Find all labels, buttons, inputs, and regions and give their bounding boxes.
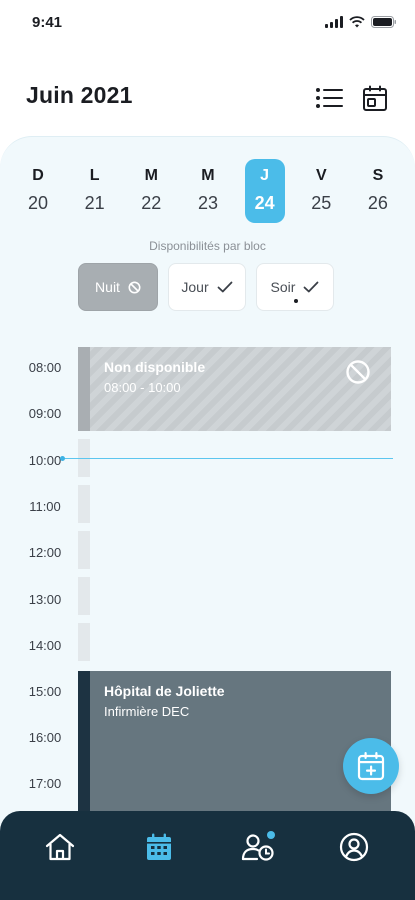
empty-time-slot[interactable] — [78, 485, 90, 523]
day-friday[interactable]: V 25 — [301, 159, 341, 223]
day-letter: S — [372, 167, 384, 184]
day-letter: M — [201, 167, 215, 184]
current-block-indicator — [294, 299, 298, 303]
nav-home[interactable] — [40, 829, 80, 865]
hour-label: 15:00 — [28, 684, 62, 699]
day-number: 24 — [254, 193, 275, 213]
day-letter: M — [144, 167, 158, 184]
week-strip: D 20 L 21 M 22 M 23 J 24 V 25 S 26 — [18, 159, 398, 223]
day-letter: L — [89, 167, 100, 184]
hour-label: 14:00 — [28, 638, 62, 653]
hour-label: 16:00 — [28, 730, 62, 745]
calendar-icon — [147, 833, 171, 860]
day-monday[interactable]: L 21 — [75, 159, 115, 223]
status-icons — [325, 16, 397, 28]
block-label: Nuit — [95, 279, 120, 295]
day-number: 26 — [367, 193, 388, 213]
bottom-nav — [0, 811, 415, 900]
day-number: 25 — [311, 193, 332, 213]
availability-blocks: Nuit Jour Soir — [78, 263, 334, 311]
hour-label: 13:00 — [28, 592, 62, 607]
hour-label: 08:00 — [28, 360, 62, 375]
calendar-day-icon — [363, 85, 387, 111]
hour-label: 11:00 — [29, 499, 61, 514]
profile-icon — [339, 832, 369, 862]
block-soir-toggle[interactable]: Soir — [256, 263, 334, 311]
event-subtitle: Infirmière DEC — [104, 704, 190, 719]
day-timeline: 08:00 09:00 10:00 11:00 12:00 13:00 14:0… — [0, 347, 415, 871]
list-view-button[interactable] — [314, 84, 344, 112]
event-title: Non disponible — [104, 359, 206, 375]
home-icon — [45, 833, 75, 861]
event-title: Hôpital de Joliette — [104, 683, 225, 699]
add-event-button[interactable] — [343, 738, 399, 794]
day-letter: J — [260, 167, 270, 184]
day-number: 21 — [84, 193, 105, 213]
day-view-button[interactable] — [360, 84, 390, 112]
day-number: 20 — [27, 193, 49, 213]
day-number: 23 — [197, 193, 218, 213]
unavailable-event[interactable]: Non disponible 08:00 - 10:00 — [78, 347, 391, 431]
empty-time-slot[interactable] — [78, 623, 90, 661]
list-icon — [316, 88, 343, 108]
block-icon — [128, 281, 141, 293]
check-icon — [217, 281, 233, 293]
day-tuesday[interactable]: M 22 — [131, 159, 171, 223]
hour-label: 12:00 — [28, 545, 62, 560]
check-icon — [304, 281, 319, 293]
nav-calendar-active[interactable] — [139, 829, 179, 865]
event-time: 08:00 - 10:00 — [104, 380, 181, 395]
block-label: Soir — [270, 279, 296, 295]
availability-label: Disponibilités par bloc — [149, 239, 266, 253]
day-letter: D — [32, 167, 44, 184]
nav-availability[interactable] — [238, 829, 278, 865]
battery-icon — [371, 16, 396, 28]
block-nuit-toggle[interactable]: Nuit — [78, 263, 158, 311]
day-thursday-selected[interactable]: J 24 — [244, 159, 285, 223]
status-time: 9:41 — [32, 14, 63, 31]
nav-profile[interactable] — [334, 829, 374, 865]
status-bar: 9:41 — [0, 0, 415, 44]
empty-time-slot[interactable] — [78, 531, 90, 569]
cellular-signal-icon — [325, 16, 343, 28]
block-label: Jour — [181, 279, 209, 295]
day-number: 22 — [141, 193, 162, 213]
current-time-dot — [60, 456, 65, 461]
day-saturday[interactable]: S 26 — [358, 159, 398, 223]
empty-time-slot[interactable] — [78, 577, 90, 615]
day-sunday[interactable]: D 20 — [18, 159, 58, 223]
hour-label: 17:00 — [28, 776, 62, 791]
block-icon — [346, 360, 370, 384]
current-time-line — [62, 458, 393, 459]
calendar-add-icon — [357, 752, 385, 781]
notification-badge — [267, 831, 275, 839]
hour-label: 09:00 — [28, 406, 62, 421]
header: Juin 2021 — [0, 70, 415, 120]
day-letter: V — [315, 167, 327, 184]
day-wednesday[interactable]: M 23 — [188, 159, 228, 223]
page-title: Juin 2021 — [26, 82, 133, 108]
wifi-icon — [349, 16, 365, 28]
block-jour-toggle[interactable]: Jour — [168, 263, 246, 311]
